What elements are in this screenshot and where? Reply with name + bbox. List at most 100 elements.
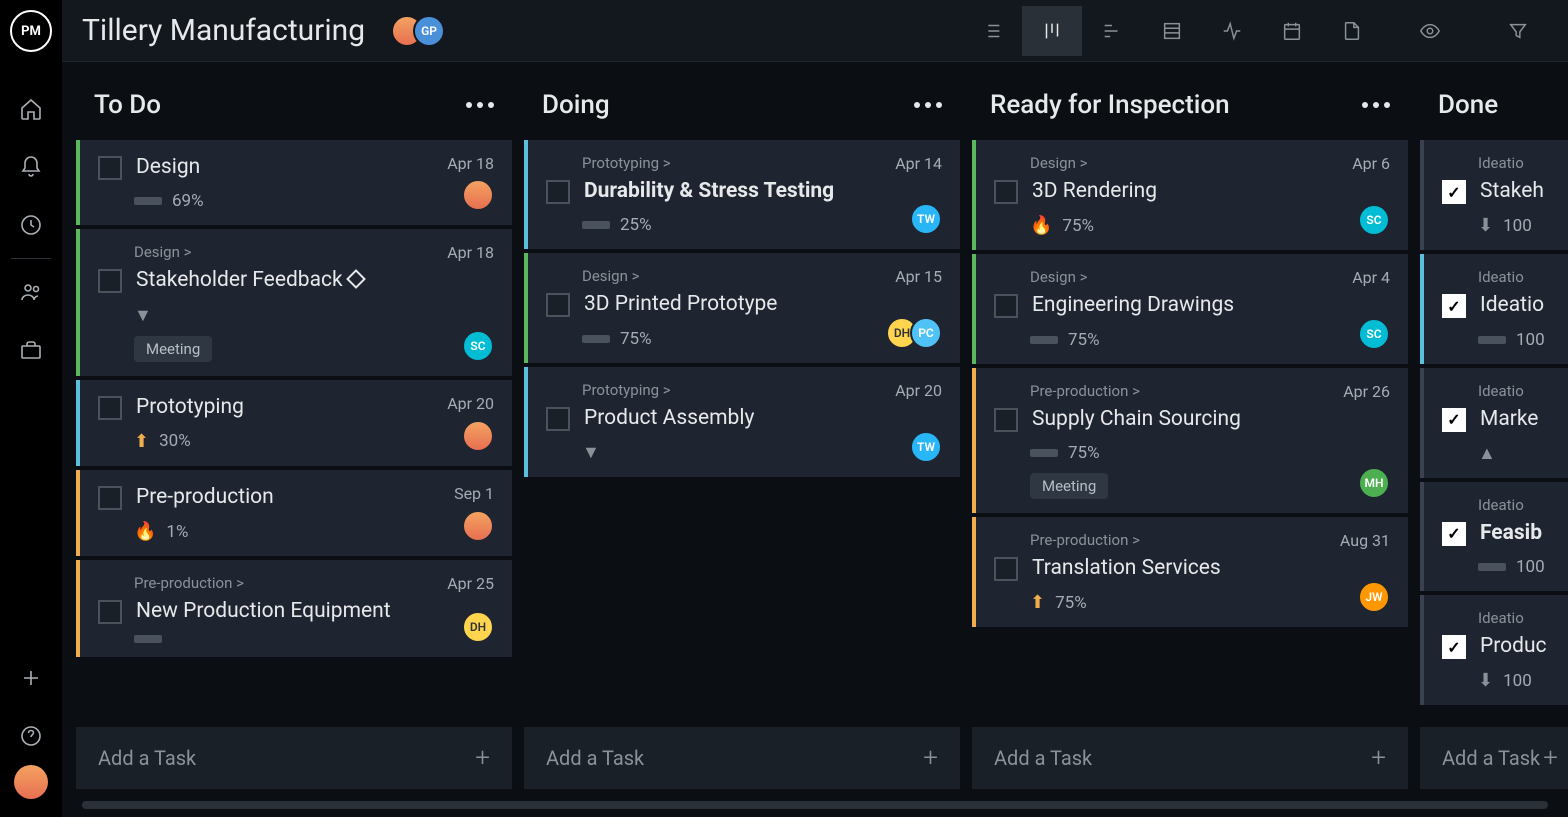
card-assignees[interactable]: TW [918,431,942,463]
view-sheet-icon[interactable] [1142,6,1202,56]
member-avatar[interactable]: GP [413,15,445,47]
assignee-avatar[interactable] [462,179,494,211]
nav-clock-icon[interactable] [0,196,62,254]
task-card[interactable]: Pre-production >New Production Equipment… [76,560,512,657]
progress-text: 100 [1516,557,1545,577]
view-calendar-icon[interactable] [1262,6,1322,56]
card-assignees[interactable]: JW [1366,581,1390,613]
task-checkbox[interactable] [98,269,122,293]
nav-add-icon[interactable] [0,649,62,707]
card-assignees[interactable]: TW [918,203,942,235]
task-card[interactable]: IdeatioMarke▲ [1420,368,1568,478]
nav-people-icon[interactable] [0,263,62,321]
assignee-avatar[interactable]: MH [1358,467,1390,499]
column-title: Ready for Inspection [990,90,1230,120]
view-activity-icon[interactable] [1202,6,1262,56]
task-card[interactable]: PrototypingApr 20⬆30% [76,380,512,466]
task-card[interactable]: IdeatioProduc⬇100 [1420,595,1568,705]
card-assignees[interactable]: SC [470,330,494,362]
topbar: Tillery Manufacturing GP [62,0,1568,62]
assignee-avatar[interactable]: DH [462,611,494,643]
card-date: Apr 15 [895,267,942,286]
assignee-avatar[interactable]: PC [910,317,942,349]
task-card[interactable]: Design >3D RenderingApr 6🔥75%SC [972,140,1408,250]
column: Ready for Inspection Design >3D Rendering… [968,80,1412,801]
task-card[interactable]: IdeatioFeasib100 [1420,482,1568,591]
card-assignees[interactable]: SC [1366,318,1390,350]
task-card[interactable]: Pre-production >Supply Chain SourcingApr… [972,368,1408,513]
task-card[interactable]: Prototyping >Durability & Stress Testing… [524,140,960,249]
task-checkbox[interactable] [994,294,1018,318]
card-parent-path: Pre-production > [1030,531,1390,549]
assignee-avatar[interactable]: TW [910,203,942,235]
horizontal-scrollbar[interactable] [82,801,1548,809]
add-task-label: Add a Task [994,746,1092,770]
priority-down-icon: ⬇ [1478,670,1493,691]
task-checkbox[interactable] [546,407,570,431]
task-checkbox[interactable] [546,293,570,317]
task-checkbox[interactable] [1442,635,1466,659]
task-card[interactable]: IdeatioStakeh⬇100 [1420,140,1568,250]
assignee-avatar[interactable]: SC [462,330,494,362]
column-menu-icon[interactable] [466,102,494,108]
card-assignees[interactable] [470,179,494,211]
card-assignees[interactable] [470,420,494,452]
task-checkbox[interactable] [1442,522,1466,546]
task-card[interactable]: Design >Stakeholder FeedbackApr 18▼Meeti… [76,229,512,375]
task-checkbox[interactable] [98,600,122,624]
assignee-avatar[interactable]: JW [1358,581,1390,613]
task-card[interactable]: Design >Engineering DrawingsApr 475%SC [972,254,1408,363]
task-checkbox[interactable] [1442,180,1466,204]
nav-briefcase-icon[interactable] [0,321,62,379]
task-checkbox[interactable] [1442,294,1466,318]
current-user-avatar[interactable] [14,765,48,799]
column-menu-icon[interactable] [1362,102,1390,108]
task-card[interactable]: DesignApr 1869% [76,140,512,225]
view-board-icon[interactable] [1022,6,1082,56]
assignee-avatar[interactable]: TW [910,431,942,463]
card-assignees[interactable]: MH [1366,467,1390,499]
task-card[interactable]: Prototyping >Product AssemblyApr 20▼TW [524,367,960,477]
task-checkbox[interactable] [98,486,122,510]
task-checkbox[interactable] [546,180,570,204]
column-menu-icon[interactable] [914,102,942,108]
nav-help-icon[interactable] [0,707,62,765]
task-checkbox[interactable] [994,180,1018,204]
task-checkbox[interactable] [994,408,1018,432]
add-task-button[interactable]: Add a Task+ [524,727,960,789]
assignee-avatar[interactable]: SC [1358,204,1390,236]
add-task-button[interactable]: Add a Task+ [972,727,1408,789]
task-checkbox[interactable] [98,156,122,180]
assignee-avatar[interactable] [462,420,494,452]
add-task-label: Add a Task [546,746,644,770]
expand-chevron-icon[interactable]: ▼ [134,305,152,326]
visibility-icon[interactable] [1400,6,1460,56]
expand-chevron-icon[interactable]: ▼ [582,442,600,463]
task-card[interactable]: Pre-production >Translation ServicesAug … [972,517,1408,627]
project-members[interactable]: GP [391,15,445,47]
task-checkbox[interactable] [98,396,122,420]
card-assignees[interactable]: DHPC [894,317,942,349]
card-title: Ideatio [1480,292,1544,319]
card-assignees[interactable] [470,510,494,542]
nav-divider [11,258,51,259]
add-task-button[interactable]: Add a Task+ [76,727,512,789]
task-card[interactable]: IdeatioIdeatio100 [1420,254,1568,363]
card-date: Aug 31 [1340,531,1390,550]
task-checkbox[interactable] [1442,408,1466,432]
task-checkbox[interactable] [994,557,1018,581]
task-card[interactable]: Pre-productionSep 1🔥1% [76,470,512,556]
assignee-avatar[interactable]: SC [1358,318,1390,350]
nav-bell-icon[interactable] [0,138,62,196]
add-task-button[interactable]: Add a Task+ [1420,727,1568,789]
view-gantt-icon[interactable] [1082,6,1142,56]
view-list-icon[interactable] [962,6,1022,56]
card-assignees[interactable]: SC [1366,204,1390,236]
view-file-icon[interactable] [1322,6,1382,56]
task-card[interactable]: Design >3D Printed PrototypeApr 1575%DHP… [524,253,960,362]
app-logo[interactable]: PM [10,10,52,52]
nav-home-icon[interactable] [0,80,62,138]
assignee-avatar[interactable] [462,510,494,542]
filter-icon[interactable] [1488,6,1548,56]
card-assignees[interactable]: DH [470,611,494,643]
